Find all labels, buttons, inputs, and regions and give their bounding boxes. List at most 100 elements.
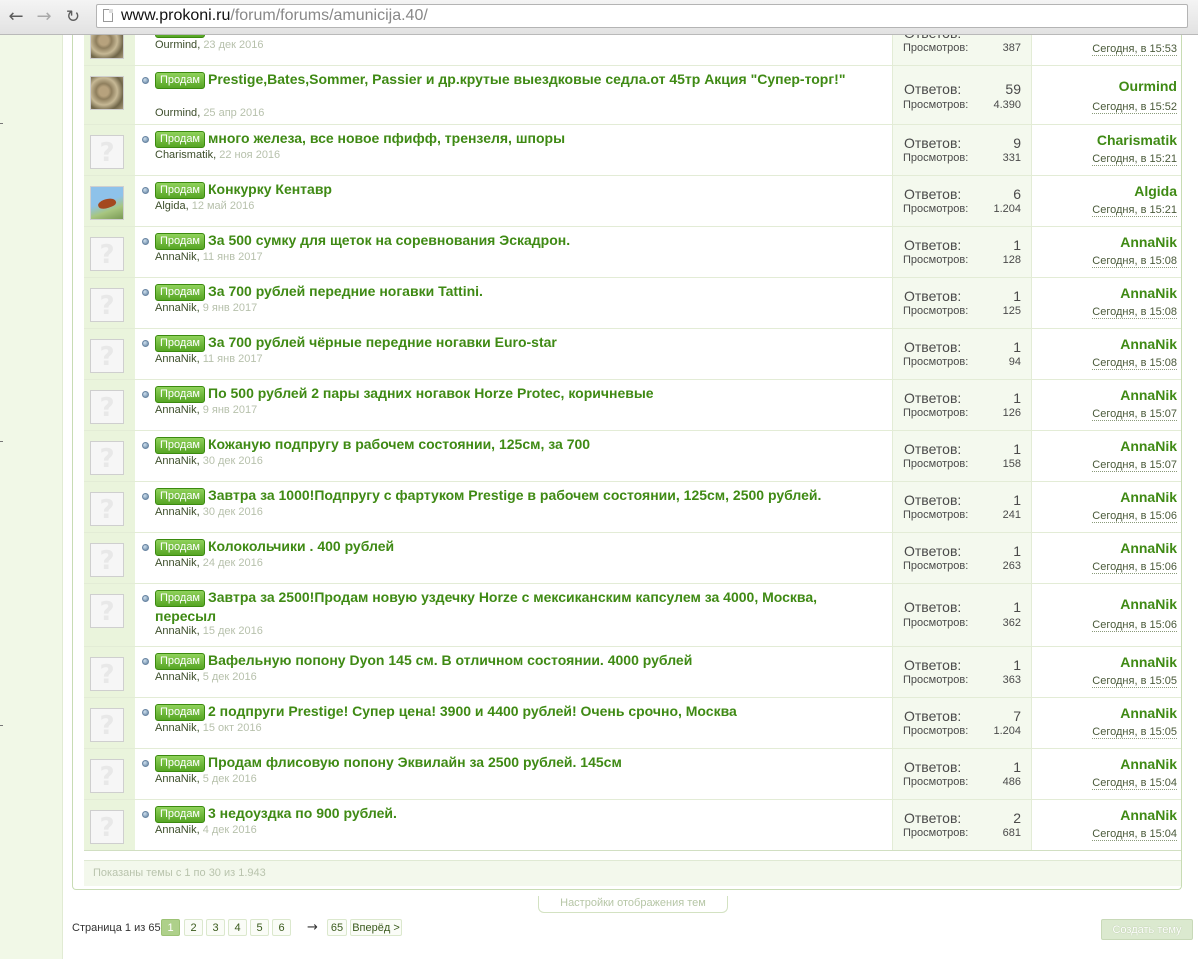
thread-start-date[interactable]: 9 янв 2017 [203,404,258,416]
thread-title-link[interactable]: По 500 рублей 2 пары задних ногавок Horz… [208,385,654,401]
thread-prefix-badge[interactable]: Продам [155,284,205,301]
avatar[interactable] [90,594,124,628]
thread-start-date[interactable]: 5 дек 2016 [203,671,257,683]
thread-start-date[interactable]: 9 янв 2017 [203,302,258,314]
avatar[interactable] [90,35,124,59]
thread-title-link[interactable]: Колокольчики . 400 рублей [208,538,394,554]
last-post-user[interactable]: AnnaNik [1120,336,1177,352]
last-post-user[interactable]: AnnaNik [1120,654,1177,670]
last-post-time[interactable]: Сегодня, в 15:53 [1092,43,1177,56]
last-post-time[interactable]: Сегодня, в 15:04 [1092,777,1177,790]
thread-start-date[interactable]: 30 дек 2016 [203,455,263,467]
last-post-user[interactable]: AnnaNik [1120,807,1177,823]
thread-title-link[interactable]: Prestige,Bates,Sommer, Passier и др.крут… [208,71,845,87]
forward-arrow-icon[interactable]: → [32,5,56,29]
last-post-time[interactable]: Сегодня, в 15:07 [1092,459,1177,472]
back-arrow-icon[interactable]: ← [4,5,28,29]
thread-title-link[interactable]: Вафельную попону Dyon 145 см. В отличном… [208,652,692,668]
thread-prefix-badge[interactable]: Продам [155,653,205,670]
page-link-last[interactable]: 65 [327,919,347,936]
thread-prefix-badge[interactable]: Продам [155,386,205,403]
thread-prefix-badge[interactable]: Продам [155,72,205,89]
thread-author[interactable]: AnnaNik [155,302,197,314]
avatar[interactable] [90,708,124,742]
last-post-time[interactable]: Сегодня, в 15:06 [1092,561,1177,574]
last-post-time[interactable]: Сегодня, в 15:52 [1092,101,1177,114]
thread-start-date[interactable]: 11 янв 2017 [203,251,263,263]
page-link-3[interactable]: 3 [206,919,225,936]
page-link-5[interactable]: 5 [250,919,269,936]
display-settings-link[interactable]: Настройки отображения тем [538,896,728,913]
thread-author[interactable]: AnnaNik [155,824,197,836]
last-post-user[interactable]: AnnaNik [1120,285,1177,301]
next-page-link[interactable]: Вперёд > [350,919,402,936]
thread-author[interactable]: AnnaNik [155,455,197,467]
avatar[interactable] [90,759,124,793]
avatar[interactable] [90,543,124,577]
last-post-time[interactable]: Сегодня, в 15:05 [1092,726,1177,739]
thread-start-date[interactable]: 25 апр 2016 [203,107,264,119]
address-bar[interactable]: www.prokoni.ru/forum/forums/amunicija.40… [96,4,1188,28]
avatar[interactable] [90,186,124,220]
thread-start-date[interactable]: 22 ноя 2016 [219,149,280,161]
thread-author[interactable]: AnnaNik [155,353,197,365]
thread-prefix-badge[interactable]: Продам [155,488,205,505]
last-post-user[interactable]: Algida [1134,183,1177,199]
reload-icon[interactable]: ↻ [61,5,85,29]
last-post-user[interactable]: AnnaNik [1120,234,1177,250]
thread-prefix-badge[interactable]: Продам [155,182,205,199]
thread-title-link[interactable]: За 700 рублей чёрные передние ногавки Eu… [208,334,557,350]
last-post-time[interactable]: Сегодня, в 15:07 [1092,408,1177,421]
thread-title-link[interactable]: 3 недоуздка по 900 рублей. [208,805,397,821]
thread-title-link[interactable]: много железа, все новое пфифф, трензеля,… [208,130,565,146]
avatar[interactable] [90,657,124,691]
thread-prefix-badge[interactable]: Продам [155,590,205,607]
thread-prefix-badge[interactable]: Продам [155,806,205,823]
thread-start-date[interactable]: 30 дек 2016 [203,506,263,518]
page-link-1[interactable]: 1 [161,919,180,936]
thread-prefix-badge[interactable]: Продам [155,131,205,148]
avatar[interactable] [90,390,124,424]
thread-prefix-badge[interactable]: Продам [155,233,205,250]
thread-prefix-badge[interactable]: Продам [155,755,205,772]
last-post-user[interactable]: AnnaNik [1120,705,1177,721]
last-post-time[interactable]: Сегодня, в 15:04 [1092,828,1177,841]
thread-title-link[interactable]: 2 подпруги Prestige! Супер цена! 3900 и … [208,703,737,719]
thread-title-link[interactable]: За 700 рублей передние ногавки Tattini. [208,283,483,299]
thread-author[interactable]: AnnaNik [155,251,197,263]
thread-start-date[interactable]: 23 дек 2016 [203,39,263,51]
thread-prefix-badge[interactable]: Продам [155,35,205,38]
thread-prefix-badge[interactable]: Продам [155,704,205,721]
thread-title-link[interactable]: Завтра за 2500!Продам новую уздечку Horz… [155,589,817,624]
thread-author[interactable]: AnnaNik [155,773,197,785]
last-post-time[interactable]: Сегодня, в 15:21 [1092,204,1177,217]
last-post-user[interactable]: AnnaNik [1120,489,1177,505]
avatar[interactable] [90,135,124,169]
thread-author[interactable]: Ourmind [155,107,197,119]
avatar[interactable] [90,810,124,844]
avatar[interactable] [90,76,124,110]
thread-title-link[interactable]: За 500 сумку для щеток на соревнования Э… [208,232,570,248]
last-post-user[interactable]: AnnaNik [1120,596,1177,612]
page-link-6[interactable]: 6 [272,919,291,936]
thread-author[interactable]: AnnaNik [155,671,197,683]
last-post-time[interactable]: Сегодня, в 15:08 [1092,255,1177,268]
last-post-time[interactable]: Сегодня, в 15:06 [1092,619,1177,632]
last-post-user[interactable]: AnnaNik [1120,756,1177,772]
thread-author[interactable]: AnnaNik [155,557,197,569]
thread-start-date[interactable]: 5 дек 2016 [203,773,257,785]
last-post-time[interactable]: Сегодня, в 15:08 [1092,306,1177,319]
avatar[interactable] [90,441,124,475]
page-link-4[interactable]: 4 [228,919,247,936]
last-post-user[interactable]: Ourmind [1119,78,1177,94]
last-post-time[interactable]: Сегодня, в 15:05 [1092,675,1177,688]
last-post-user[interactable]: Charismatik [1097,132,1177,148]
thread-author[interactable]: Charismatik [155,149,213,161]
thread-title-link[interactable]: Завтра за 1000!Подпругу с фартуком Prest… [208,487,821,503]
thread-author[interactable]: AnnaNik [155,722,197,734]
page-link-2[interactable]: 2 [184,919,203,936]
thread-start-date[interactable]: 11 янв 2017 [203,353,263,365]
thread-author[interactable]: Algida [155,200,186,212]
last-post-time[interactable]: Сегодня, в 15:21 [1092,153,1177,166]
last-post-user[interactable]: AnnaNik [1120,438,1177,454]
